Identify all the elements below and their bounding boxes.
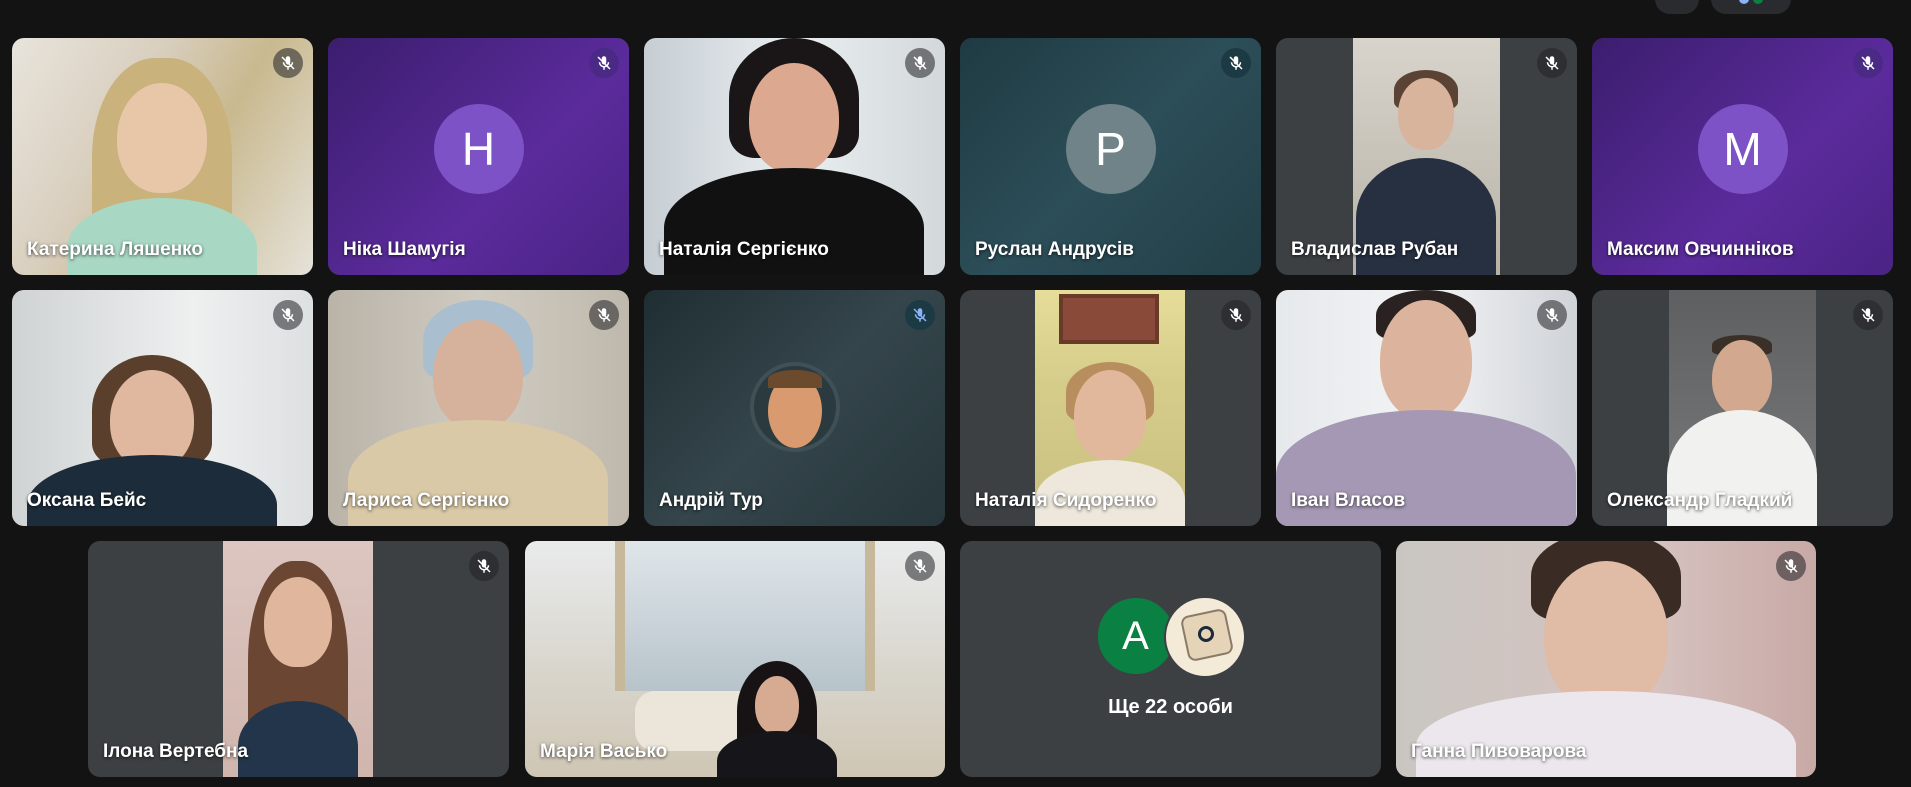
participant-name: Максим Овчинніков [1607, 239, 1794, 260]
participant-name: Руслан Андрусів [975, 239, 1134, 260]
captions-button[interactable] [1655, 0, 1699, 14]
mic-off-icon [273, 48, 303, 78]
more-participants-label: Ще 22 особи [1108, 696, 1233, 718]
participant-tile[interactable]: Іван Власов [1276, 290, 1577, 526]
participant-name: Наталія Сергієнко [659, 239, 829, 260]
participant-tile[interactable]: Марія Васько [525, 541, 945, 777]
participant-tile[interactable]: Андрій Тур [644, 290, 945, 526]
mic-off-icon [1853, 300, 1883, 330]
participant-tile[interactable]: Наталія Сидоренко [960, 290, 1261, 526]
mic-off-icon [1853, 48, 1883, 78]
mic-off-icon [469, 551, 499, 581]
avatar: Р [1065, 104, 1156, 195]
more-participants-tile[interactable]: А Ще 22 особи [960, 541, 1381, 777]
participant-tile[interactable]: Лариса Сергієнко [328, 290, 629, 526]
participant-name: Ілона Вертебна [103, 741, 249, 762]
mic-off-icon [589, 48, 619, 78]
mic-off-icon [1537, 48, 1567, 78]
participant-tile[interactable]: Олександр Гладкий [1592, 290, 1893, 526]
participant-tile[interactable]: Ганна Пивоварова [1396, 541, 1816, 777]
more-participants-avatars: А [1095, 596, 1246, 678]
participants-button[interactable] [1711, 0, 1791, 14]
participant-tile[interactable]: Р Руслан Андрусів [960, 38, 1261, 275]
participant-name: Ганна Пивоварова [1411, 741, 1587, 762]
participant-name: Олександр Гладкий [1607, 490, 1793, 511]
mic-off-icon [1537, 300, 1567, 330]
participant-name: Наталія Сидоренко [975, 490, 1157, 511]
participant-dot-icon [1753, 0, 1763, 4]
participant-name: Лариса Сергієнко [343, 490, 510, 511]
mic-off-icon [905, 300, 935, 330]
participant-name: Владислав Рубан [1291, 239, 1459, 260]
participant-tile[interactable]: Оксана Бейс [12, 290, 313, 526]
participant-tile[interactable]: Наталія Сергієнко [644, 38, 945, 275]
top-controls [1655, 0, 1791, 14]
participant-name: Ніка Шамугія [343, 239, 466, 260]
mic-off-icon [1776, 551, 1806, 581]
participant-tile[interactable]: Катерина Ляшенко [12, 38, 313, 275]
participant-name: Андрій Тур [659, 490, 763, 511]
mic-off-icon [589, 300, 619, 330]
participant-name: Катерина Ляшенко [27, 239, 204, 260]
participant-tile[interactable]: Владислав Рубан [1276, 38, 1577, 275]
mic-off-icon [1221, 300, 1251, 330]
avatar [1163, 596, 1246, 678]
profile-photo [750, 362, 840, 452]
avatar: Н [433, 104, 524, 195]
participant-tile[interactable]: М Максим Овчинніков [1592, 38, 1893, 275]
participant-tile[interactable]: Н Ніка Шамугія [328, 38, 629, 275]
mic-off-icon [905, 551, 935, 581]
meeting-grid: Катерина Ляшенко Н Ніка Шамугія Наталія … [0, 0, 1911, 787]
participant-name: Іван Власов [1291, 490, 1406, 511]
mic-off-icon [905, 48, 935, 78]
participant-dot-icon [1739, 0, 1749, 4]
participant-name: Марія Васько [540, 741, 668, 762]
participant-name: Оксана Бейс [27, 490, 147, 511]
avatar: М [1697, 104, 1788, 195]
mic-off-icon [273, 300, 303, 330]
window-frame [615, 541, 875, 691]
participant-tile[interactable]: Ілона Вертебна [88, 541, 509, 777]
mic-off-icon [1221, 48, 1251, 78]
